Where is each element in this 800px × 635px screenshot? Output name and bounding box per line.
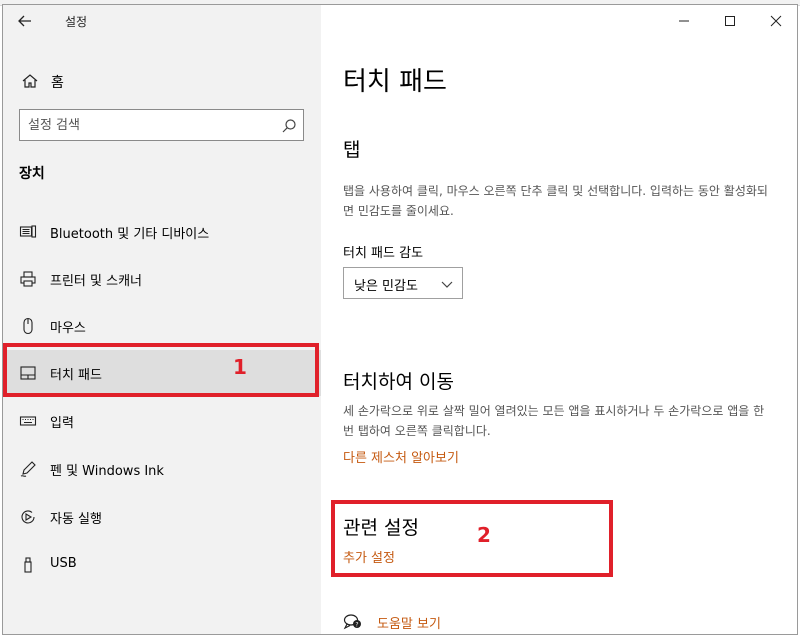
pen-icon <box>20 461 36 477</box>
sidebar-item-bluetooth[interactable]: Bluetooth 및 기타 디바이스 <box>3 209 321 255</box>
maximize-button[interactable] <box>707 5 753 37</box>
home-icon <box>22 74 38 88</box>
annotation-label-1: 1 <box>233 355 247 379</box>
tap-heading: 탭 <box>343 139 361 161</box>
sensitivity-label: 터치 패드 감도 <box>343 246 424 261</box>
scroll-description: 세 손가락으로 위로 살짝 밀어 열려있는 모든 앱을 표시하거나 두 손가락으… <box>343 404 765 438</box>
minimize-button[interactable] <box>661 5 707 37</box>
maximize-icon <box>725 16 735 26</box>
sidebar-item-autoplay[interactable]: 자동 실행 <box>3 494 321 540</box>
annotation-box-2 <box>331 500 613 577</box>
sidebar-item-pen[interactable]: 펜 및 Windows Ink <box>3 446 321 492</box>
title-bar: 설정 <box>3 5 321 37</box>
keyboard-icon <box>19 416 37 426</box>
bluetooth-devices-icon <box>19 225 37 238</box>
autoplay-icon <box>21 510 35 524</box>
sidebar-item-label: 홈 <box>51 75 64 91</box>
sidebar-item-home[interactable]: 홈 <box>3 63 321 99</box>
search-icon[interactable] <box>281 118 297 134</box>
back-button[interactable] <box>11 9 39 33</box>
mouse-icon <box>23 317 33 335</box>
annotation-label-2: 2 <box>477 523 491 547</box>
close-icon <box>770 15 782 27</box>
printer-icon <box>20 271 36 287</box>
sidebar-item-label: 프린터 및 스캐너 <box>50 274 142 289</box>
help-chat-icon: ? <box>343 614 361 630</box>
section-title: 장치 <box>19 166 45 182</box>
gestures-link[interactable]: 다른 제스처 알아보기 <box>343 447 459 466</box>
sidebar-item-usb[interactable]: USB <box>3 542 321 588</box>
svg-text:?: ? <box>355 622 358 629</box>
chevron-down-icon <box>441 281 453 288</box>
usb-icon <box>24 557 32 573</box>
sidebar-item-printers[interactable]: 프린터 및 스캐너 <box>3 256 321 302</box>
settings-window: 설정 홈 장치 Bluetooth 및 기타 디바이스 <box>2 4 798 635</box>
minimize-icon <box>679 20 689 22</box>
sidebar-item-label: 펜 및 Windows Ink <box>50 464 164 479</box>
scroll-heading: 터치하여 이동 <box>343 371 454 393</box>
sidebar-item-label: USB <box>50 556 77 571</box>
sensitivity-dropdown[interactable]: 낮은 민감도 <box>343 267 463 299</box>
sidebar: 설정 홈 장치 Bluetooth 및 기타 디바이스 <box>3 5 321 634</box>
close-button[interactable] <box>753 5 797 37</box>
sidebar-item-label: 입력 <box>50 416 74 431</box>
app-title: 설정 <box>65 15 88 29</box>
sidebar-item-typing[interactable]: 입력 <box>3 398 321 444</box>
search-input[interactable] <box>28 115 278 135</box>
search-box[interactable] <box>19 109 304 141</box>
page-title: 터치 패드 <box>343 67 447 97</box>
sidebar-item-label: Bluetooth 및 기타 디바이스 <box>50 227 210 242</box>
sidebar-item-label: 자동 실행 <box>50 512 102 527</box>
dropdown-value: 낮은 민감도 <box>354 279 418 294</box>
sidebar-item-label: 마우스 <box>50 321 86 336</box>
tap-description: 탭을 사용하여 클릭, 마우스 오른쪽 단추 클릭 및 선택합니다. 입력하는 … <box>343 184 768 218</box>
annotation-box-1 <box>3 343 319 397</box>
back-arrow-icon <box>18 15 31 27</box>
content-pane: 터치 패드 탭 탭을 사용하여 클릭, 마우스 오른쪽 단추 클릭 및 선택합니… <box>321 5 797 634</box>
help-link[interactable]: 도움말 보기 <box>377 613 441 632</box>
